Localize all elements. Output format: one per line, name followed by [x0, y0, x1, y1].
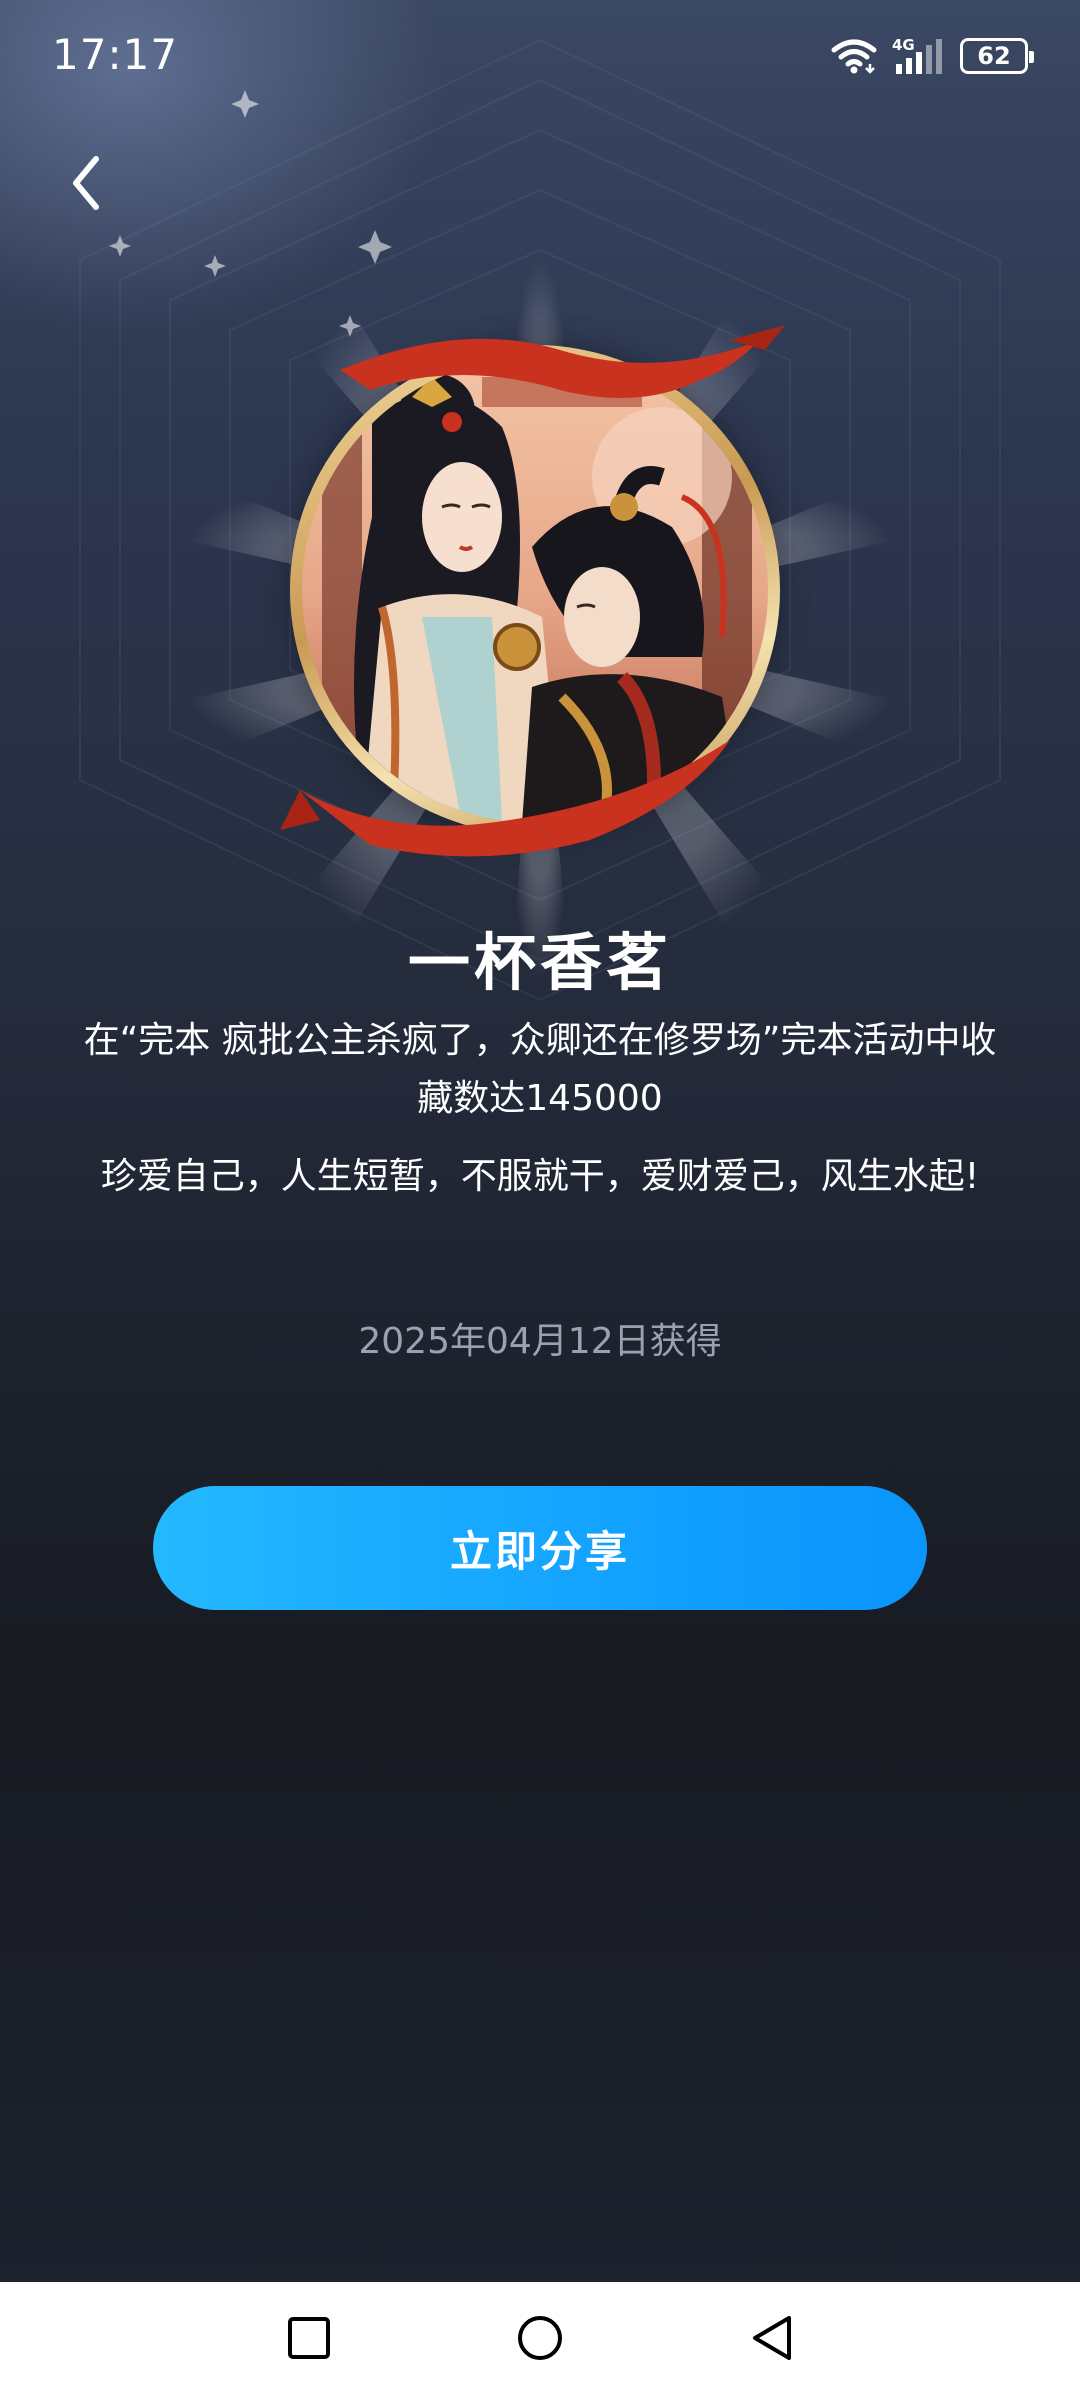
chevron-left-icon — [66, 153, 106, 217]
badge-quote: 珍爱自己，人生短暂，不服就干，爱财爱己，风生水起! — [100, 1156, 980, 1197]
badge-detail-screen: 17:17 4G 62 一杯香茗 在“完本 疯批公主杀疯了，众卿还在修罗场”完本… — [0, 0, 1080, 2282]
badge-description: 在“完本 疯批公主杀疯了，众卿还在修罗场”完本活动中收藏数达145000 — [83, 1020, 997, 1119]
wifi-icon — [830, 38, 878, 74]
home-button[interactable] — [510, 2310, 570, 2370]
navigation-bar — [0, 2282, 1080, 2400]
red-ribbon — [280, 325, 785, 857]
signal-icon: 4G — [892, 36, 946, 76]
status-bar: 17:17 4G 62 — [0, 0, 1080, 110]
status-icons: 4G 62 — [830, 36, 1034, 76]
network-type: 4G — [892, 36, 915, 54]
battery-icon: 62 — [960, 38, 1034, 74]
circle-icon — [516, 2314, 564, 2366]
system-back-button[interactable] — [742, 2310, 802, 2370]
status-time: 17:17 — [52, 30, 179, 79]
battery-level: 62 — [977, 42, 1011, 70]
share-button[interactable]: 立即分享 — [153, 1486, 927, 1610]
badge-title: 一杯香茗 — [407, 926, 672, 999]
badge-medal — [185, 260, 895, 980]
recents-button[interactable] — [279, 2310, 339, 2370]
badge-date: 2025年04月12日获得 — [358, 1321, 722, 1362]
square-icon — [287, 2316, 331, 2364]
back-button[interactable] — [56, 150, 116, 220]
triangle-back-icon — [749, 2314, 795, 2366]
